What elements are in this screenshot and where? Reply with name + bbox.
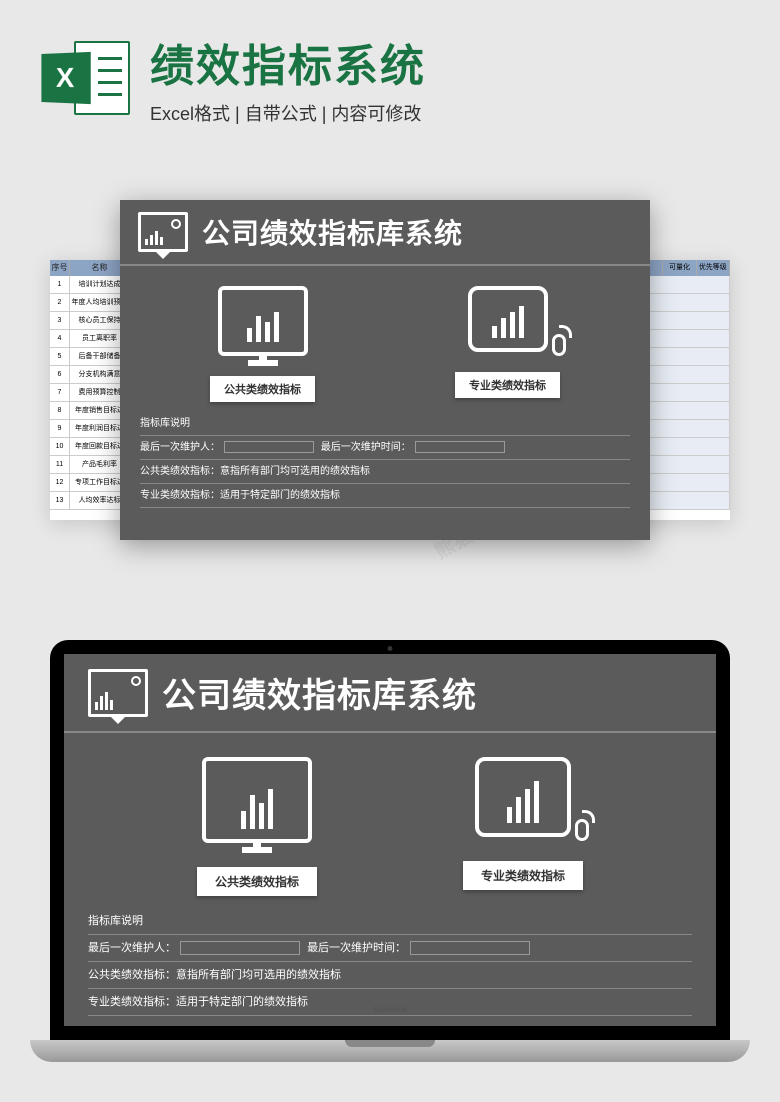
info-maintainer-row: 最后一次维护人： 最后一次维护时间： bbox=[140, 436, 630, 460]
info-title: 指标库说明 bbox=[140, 412, 630, 436]
label-maintainer: 最后一次维护人： bbox=[88, 942, 176, 954]
dashboard-panel-large: 公司绩效指标库系统 公共类绩效指标 专业类绩效指标 bbox=[64, 654, 716, 1026]
laptop-base bbox=[30, 1040, 750, 1062]
template-preview-top: 序号 名称 1培训计划达成2年度人均培训预算率3核心员工保持4员工离职率5后备干… bbox=[50, 200, 730, 560]
dashboard-icon bbox=[138, 212, 188, 252]
monitor-chart-icon bbox=[202, 757, 312, 843]
professional-indicator-button[interactable]: 专业类绩效指标 bbox=[463, 861, 583, 890]
tablet-chart-icon bbox=[468, 286, 548, 352]
monitor-chart-icon bbox=[218, 286, 308, 356]
label-maintain-time: 最后一次维护时间： bbox=[321, 442, 411, 453]
info-line-public: 公共类绩效指标：意指所有部门均可选用的绩效指标 bbox=[88, 962, 692, 989]
public-indicator-button[interactable]: 公共类绩效指标 bbox=[210, 376, 315, 402]
col-header-r2: 可量化 bbox=[663, 260, 696, 276]
dashboard-icon bbox=[88, 669, 148, 717]
professional-indicator-button[interactable]: 专业类绩效指标 bbox=[455, 372, 560, 398]
main-title: 绩效指标系统 bbox=[150, 30, 740, 94]
excel-x-letter: X bbox=[41, 52, 90, 104]
macbook-label: MacBook bbox=[373, 1005, 406, 1014]
mouse-icon bbox=[575, 819, 589, 841]
panel-title: 公司绩效指标库系统 bbox=[162, 668, 477, 717]
col-header-r3: 优先等级 bbox=[697, 260, 730, 276]
mouse-icon bbox=[552, 334, 566, 356]
panel-title: 公司绩效指标库系统 bbox=[202, 212, 463, 252]
info-title: 指标库说明 bbox=[88, 908, 692, 935]
tablet-chart-icon bbox=[475, 757, 571, 837]
public-indicator-button[interactable]: 公共类绩效指标 bbox=[197, 867, 317, 896]
excel-logo-icon: X bbox=[40, 33, 130, 123]
maintain-time-input[interactable] bbox=[415, 441, 505, 453]
info-line-public: 公共类绩效指标：意指所有部门均可选用的绩效指标 bbox=[140, 460, 630, 484]
maintain-time-input[interactable] bbox=[410, 941, 530, 955]
label-maintainer: 最后一次维护人： bbox=[140, 442, 220, 453]
page-header: X 绩效指标系统 Excel格式 | 自带公式 | 内容可修改 bbox=[0, 30, 780, 126]
laptop-mockup: 公司绩效指标库系统 公共类绩效指标 专业类绩效指标 bbox=[50, 640, 730, 1080]
maintainer-input[interactable] bbox=[180, 941, 300, 955]
label-maintain-time: 最后一次维护时间： bbox=[307, 942, 406, 954]
dashboard-panel-small: 公司绩效指标库系统 公共类绩效指标 专业类绩效指标 指标库说明 最后一次维护人： bbox=[120, 200, 650, 540]
info-maintainer-row: 最后一次维护人： 最后一次维护时间： bbox=[88, 935, 692, 962]
col-header-seq: 序号 bbox=[50, 260, 70, 276]
info-line-professional: 专业类绩效指标：适用于特定部门的绩效指标 bbox=[140, 484, 630, 508]
maintainer-input[interactable] bbox=[224, 441, 314, 453]
sub-title: Excel格式 | 自带公式 | 内容可修改 bbox=[150, 100, 740, 126]
